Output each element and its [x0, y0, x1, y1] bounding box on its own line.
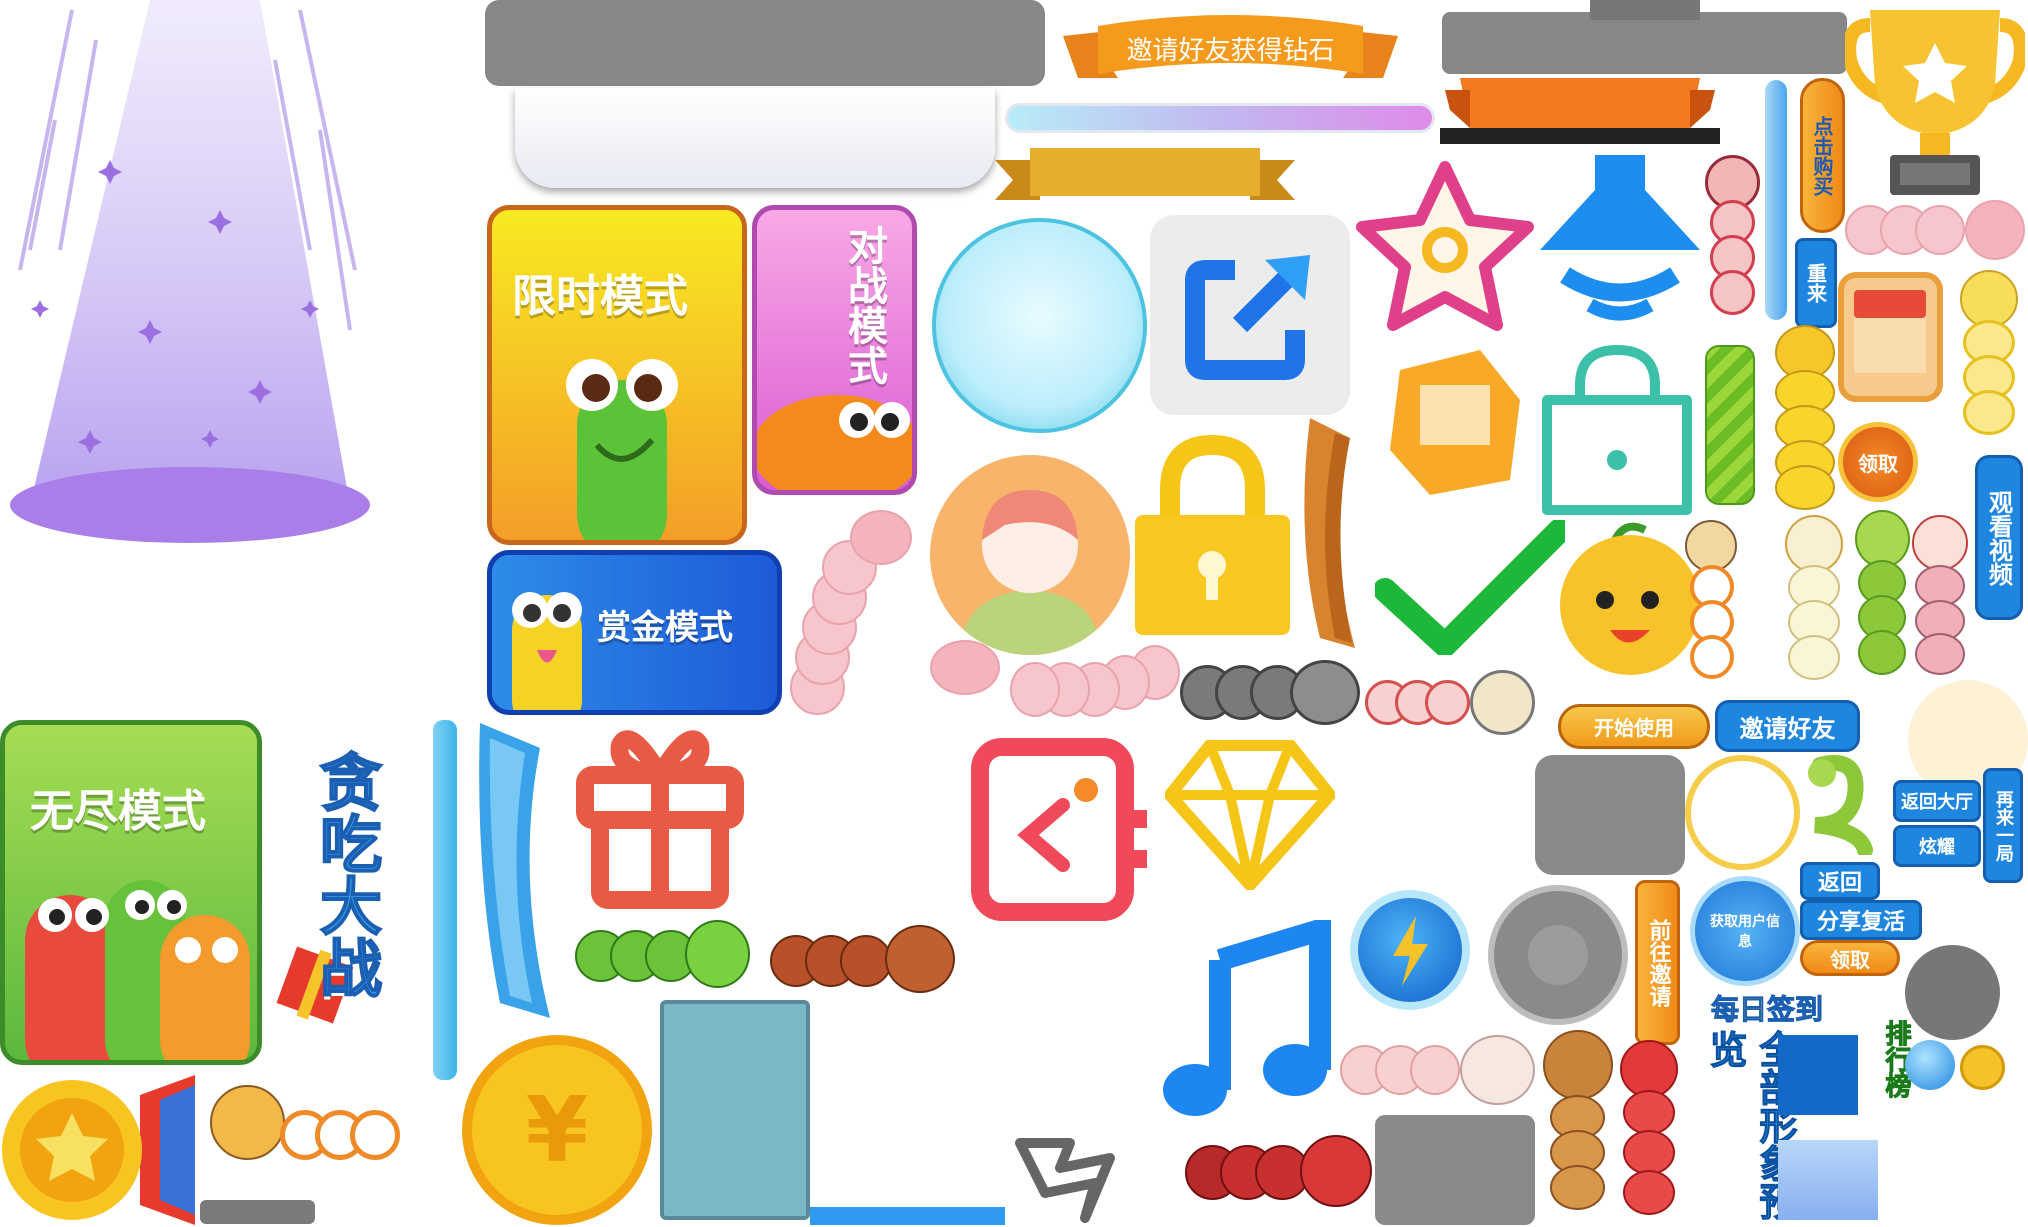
green-candy-stick — [1705, 345, 1755, 505]
sheep-worm-sprite — [1340, 1035, 1540, 1110]
return-screen-icon[interactable] — [968, 735, 1163, 930]
game-logo-title: 贪吃大战 — [308, 749, 383, 999]
gold-coin-small — [1960, 1045, 2005, 1090]
gold-coin-yuan: ¥ — [462, 1035, 652, 1225]
monkey-worm-sprite — [1540, 1030, 1615, 1225]
gray-header-panel — [485, 0, 1045, 86]
lock-icon — [1130, 430, 1295, 640]
monster-worm-vertical — [1855, 510, 1910, 700]
orange-ribbon — [1440, 70, 1720, 148]
bubble-shield — [932, 218, 1147, 433]
vertical-slider-track[interactable] — [433, 720, 457, 1080]
blue-underline-bar — [810, 1207, 1005, 1225]
tiger-worm-sprite — [205, 1080, 420, 1180]
mode-card-bounty-title: 赏金模式 — [597, 608, 733, 648]
snake-icon — [1800, 755, 1875, 855]
pig-worm-horizontal — [930, 640, 1180, 730]
show-off-button[interactable]: 炫耀 — [1893, 825, 1981, 867]
lightning-outline-icon — [1010, 1128, 1160, 1223]
calendar-icon[interactable] — [1838, 272, 1943, 402]
share-revive-button[interactable]: 分享复活 — [1800, 900, 1922, 940]
chick-worm-vertical — [1785, 515, 1845, 695]
shop-bag-icon[interactable] — [1535, 340, 1700, 520]
girl-worm-vertical — [1912, 515, 1970, 685]
checkmark-icon — [1375, 520, 1565, 655]
trophy-icon — [1845, 5, 2025, 200]
gray-card-panel — [1375, 1115, 1535, 1225]
get-user-info-label: 获取用户信息 — [1710, 914, 1780, 950]
gift-icon[interactable] — [575, 715, 745, 910]
blue-ribbon — [470, 718, 560, 1028]
game-logo: 贪吃大战 — [270, 740, 410, 1060]
start-use-button[interactable]: 开始使用 — [1558, 704, 1710, 749]
mode-card-bounty[interactable]: 赏金模式 — [487, 550, 782, 715]
orange-box-icon — [1380, 340, 1530, 500]
invite-friends-button[interactable]: 邀请好友 — [1715, 700, 1860, 752]
mode-card-endless[interactable]: 无尽模式 — [0, 720, 262, 1065]
daily-checkin-button[interactable]: 每日签到 — [1688, 985, 1846, 1030]
orange-mascot — [1555, 520, 1705, 685]
blue-orb-icon — [1905, 1040, 1955, 1090]
gray-square-panel — [1535, 755, 1685, 875]
claim-round-button[interactable]: 领取 — [1838, 422, 1918, 502]
cat-worm-vertical — [1960, 270, 2020, 445]
share-icon[interactable] — [1150, 215, 1350, 415]
mode-card-timed-title: 限时模式 — [512, 271, 688, 322]
go-invite-button[interactable]: 前往邀请 — [1635, 880, 1680, 1045]
slider-track-vertical-small[interactable] — [1765, 80, 1787, 320]
back-button[interactable]: 返回 — [1800, 862, 1880, 900]
claim-button[interactable]: 领取 — [1800, 940, 1900, 976]
fox-worm-sprite — [770, 925, 960, 1000]
pig-worm-sprite — [790, 500, 930, 730]
mode-card-battle[interactable]: 对战模式 — [752, 205, 917, 495]
yuan-symbol: ¥ — [525, 1077, 589, 1183]
star-icon[interactable] — [1350, 155, 1540, 335]
tiger-worm-vertical — [1685, 520, 1740, 690]
gray-header-panel-right — [1442, 12, 1847, 74]
spotlight-cone — [0, 0, 380, 545]
joystick-pad[interactable] — [1488, 885, 1628, 1025]
play-again-button[interactable]: 再来一局 — [1983, 768, 2023, 883]
yellow-snake-sprite — [1770, 325, 1840, 515]
cactus-worm-sprite — [575, 920, 750, 995]
white-popup-tab — [515, 88, 995, 188]
orange-scroll-ribbon — [1290, 418, 1370, 658]
mode-card-endless-title: 无尽模式 — [30, 786, 206, 837]
crab-worm-sprite — [1185, 1135, 1375, 1215]
rock-worm-sprite — [1180, 660, 1370, 730]
gold-ribbon — [995, 140, 1295, 210]
diamond-icon — [1165, 740, 1335, 890]
back-lobby-button[interactable]: 返回大厅 — [1893, 780, 1981, 822]
speaker-icon[interactable] — [1535, 150, 1705, 325]
light-blue-tile — [1778, 1140, 1878, 1220]
mode-card-timed[interactable]: 限时模式 — [487, 205, 747, 545]
gray-footer-bar — [200, 1200, 315, 1224]
invite-diamond-label: 邀请好友获得钻石 — [1126, 35, 1335, 66]
owl-worm-sprite — [1705, 155, 1760, 345]
click-buy-button[interactable]: 点击购买 — [1800, 78, 1845, 233]
progress-bar-gradient — [1005, 103, 1435, 133]
avatar-default-icon[interactable] — [930, 455, 1130, 655]
invite-diamond-banner: 邀请好友获得钻石 — [1058, 8, 1403, 94]
blue-square-tile — [1778, 1035, 1858, 1115]
pig-worm-right — [1845, 200, 2028, 265]
get-user-info-button[interactable]: 获取用户信息 — [1690, 876, 1800, 986]
mode-card-battle-title: 对战模式 — [841, 225, 887, 385]
gold-ring-frame — [1685, 755, 1800, 870]
star-medal-icon — [0, 1075, 200, 1225]
power-boost-button[interactable] — [1350, 890, 1470, 1010]
red-bead-worm — [1620, 1040, 1680, 1225]
cat-worm-sprite — [1365, 670, 1540, 740]
music-note-icon[interactable] — [1160, 920, 1340, 1120]
watch-video-button[interactable]: 观看视频 — [1975, 455, 2023, 620]
teal-panel — [660, 1000, 810, 1220]
gray-dial — [1905, 945, 2000, 1040]
restart-button[interactable]: 重来 — [1795, 238, 1837, 328]
gray-header-notch — [1590, 0, 1700, 20]
